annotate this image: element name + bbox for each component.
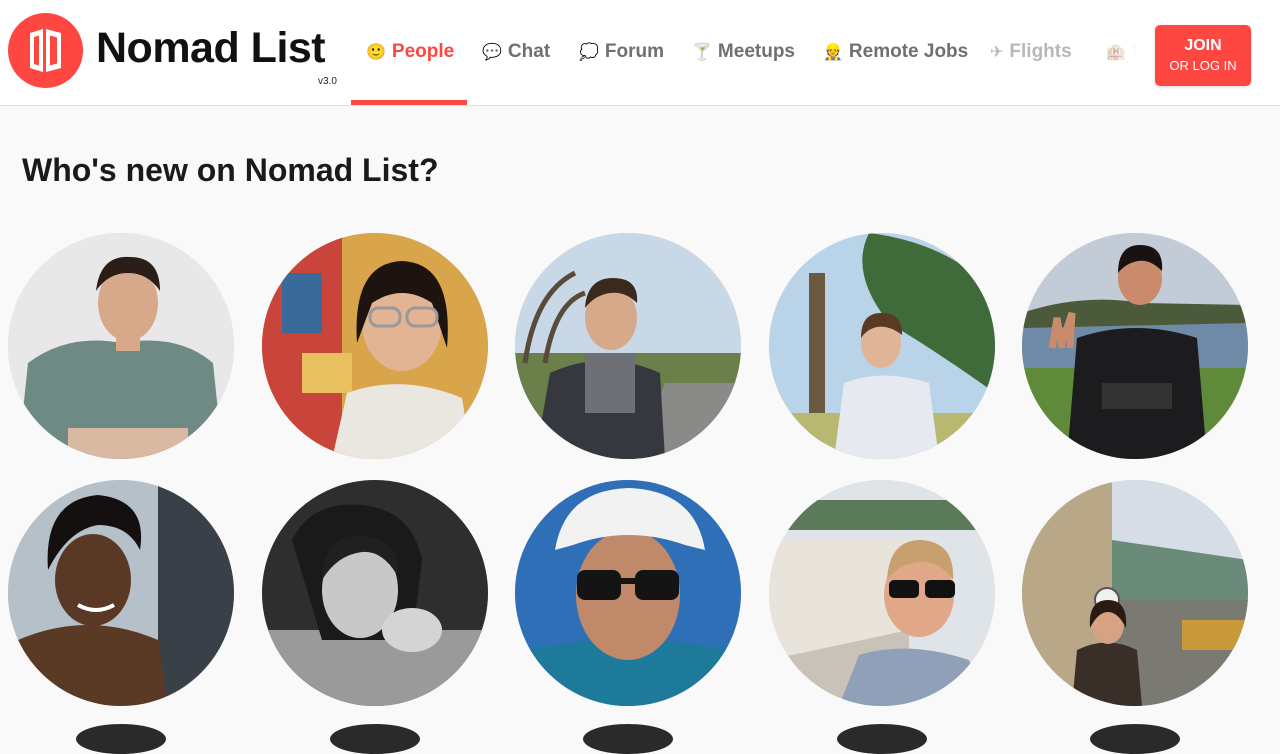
nav-item-people[interactable]: 🙂 People xyxy=(366,38,454,68)
member-avatar[interactable] xyxy=(769,233,995,459)
nav-item-remote-jobs[interactable]: 👷 Remote Jobs xyxy=(823,38,968,68)
brand-name[interactable]: Nomad List xyxy=(96,24,326,73)
nav-label: Flights xyxy=(1009,41,1072,62)
member-avatar-partial[interactable] xyxy=(1090,724,1180,754)
member-avatar-partial[interactable] xyxy=(76,724,166,754)
version-label: v3.0 xyxy=(318,76,337,87)
member-avatar[interactable] xyxy=(1022,233,1248,459)
laptop-worker-icon: 👷 xyxy=(823,44,843,61)
cocktail-glass-icon: 🍸 xyxy=(692,44,712,61)
nav-overflow-fade xyxy=(1078,20,1154,90)
join-button[interactable]: JOIN OR LOG IN xyxy=(1155,25,1251,86)
member-avatar-partial[interactable] xyxy=(583,724,673,754)
speech-bubble-icon: 💬 xyxy=(482,44,502,61)
member-avatar-partial[interactable] xyxy=(837,724,927,754)
nav-label: People xyxy=(391,41,455,62)
nav-label: Forum xyxy=(604,41,665,62)
nav-item-flights[interactable]: ✈ Flights xyxy=(990,38,1072,68)
nomad-list-logo-icon[interactable] xyxy=(8,13,83,88)
active-tab-indicator xyxy=(351,100,467,105)
member-avatar[interactable] xyxy=(515,233,741,459)
section-heading: Who's new on Nomad List? xyxy=(22,152,439,188)
nav-item-chat[interactable]: 💬 Chat xyxy=(482,38,550,68)
airplane-icon: ✈ xyxy=(990,44,1004,61)
thought-bubble-icon: 💭 xyxy=(579,44,599,61)
member-avatar[interactable] xyxy=(515,480,741,706)
member-avatar[interactable] xyxy=(262,233,488,459)
nav-label: Chat xyxy=(507,41,551,62)
join-label: JOIN xyxy=(1184,37,1222,54)
member-avatar[interactable] xyxy=(8,233,234,459)
member-avatar-partial[interactable] xyxy=(330,724,420,754)
login-label: OR LOG IN xyxy=(1169,58,1237,73)
member-avatar[interactable] xyxy=(262,480,488,706)
member-avatar[interactable] xyxy=(8,480,234,706)
nav-item-meetups[interactable]: 🍸 Meetups xyxy=(692,38,795,68)
top-navigation-bar: Nomad List v3.0 🙂 People 💬 Chat 💭 Forum 🍸 Me… xyxy=(0,0,1280,106)
nav-label: Meetups xyxy=(717,41,795,62)
member-avatar[interactable] xyxy=(769,480,995,706)
nav-label: Remote Jobs xyxy=(848,41,969,62)
member-avatar[interactable] xyxy=(1022,480,1248,706)
smile-emoji-icon: 🙂 xyxy=(366,44,386,61)
nav-item-forum[interactable]: 💭 Forum xyxy=(579,38,664,68)
